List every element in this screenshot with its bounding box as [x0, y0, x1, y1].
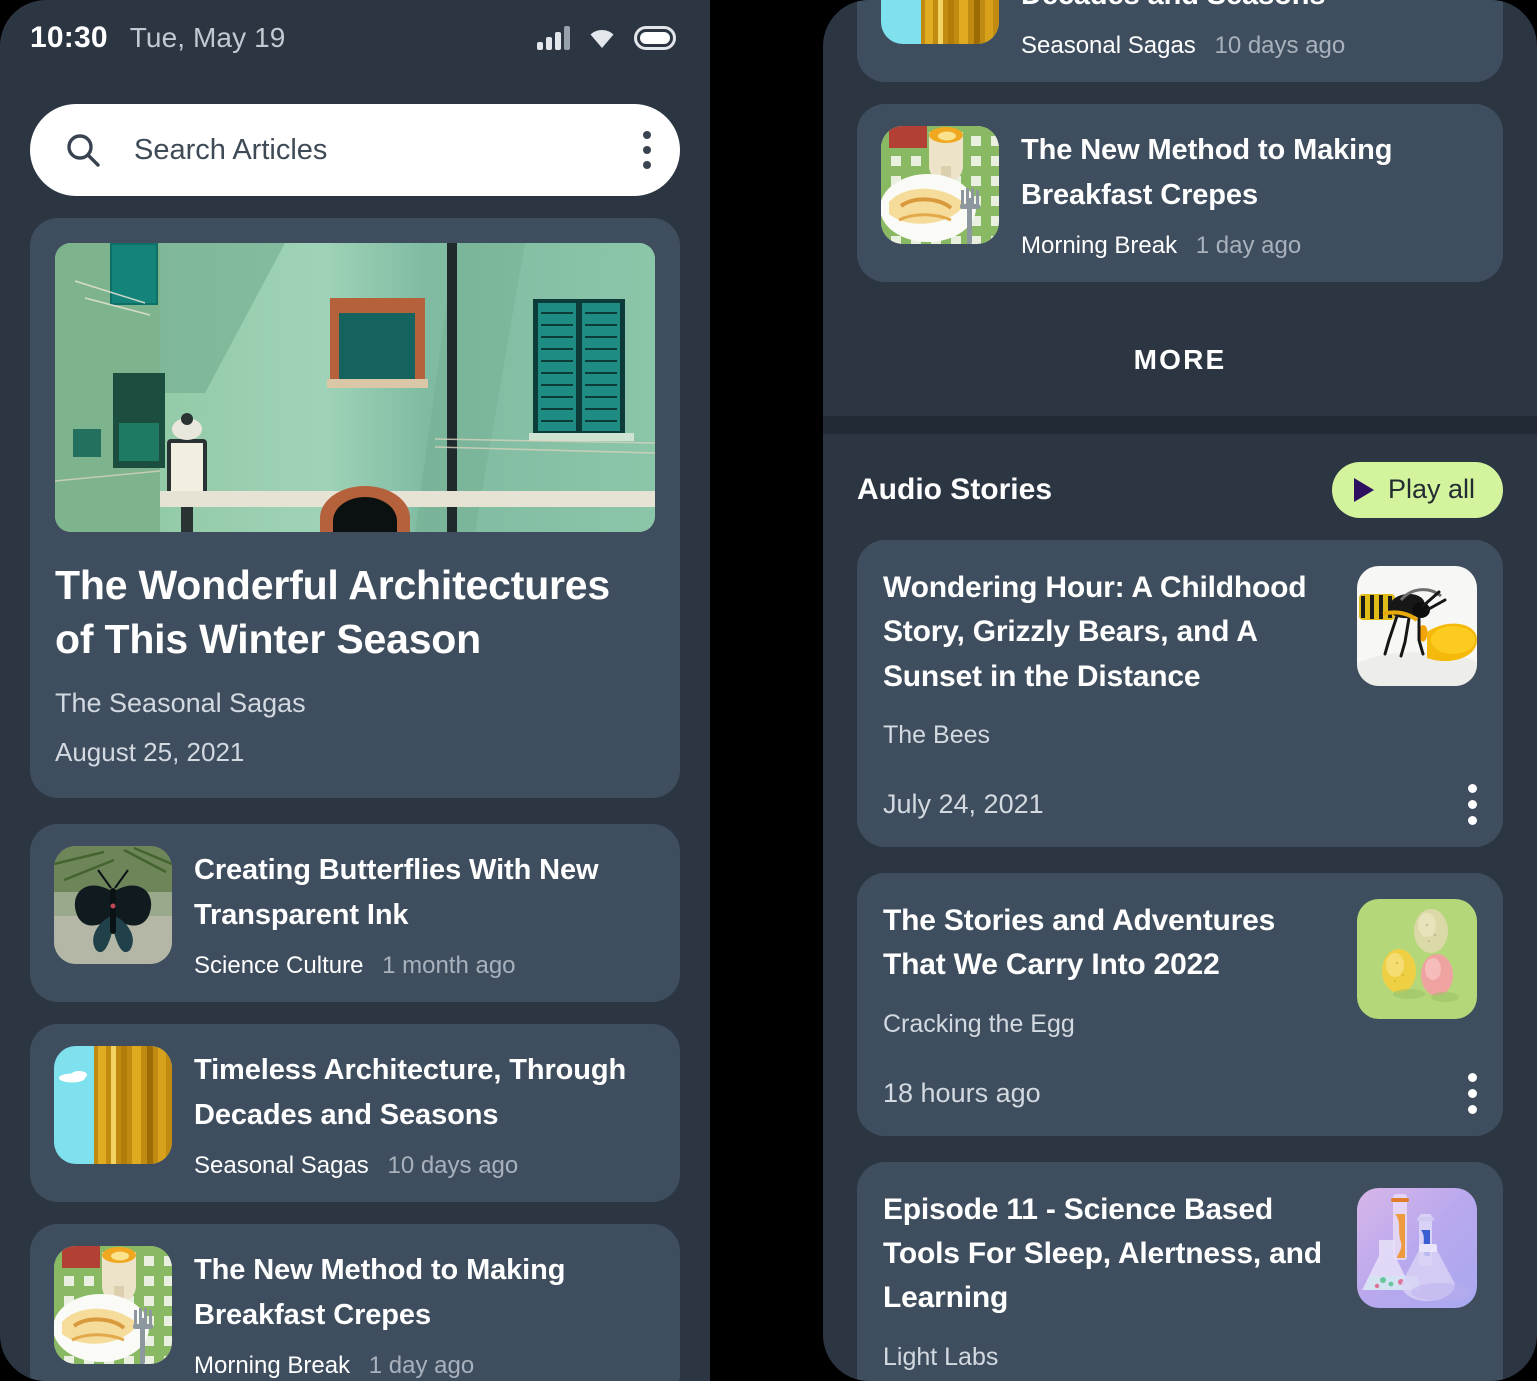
article-text: Timeless Architecture, Through Decades a… — [194, 1046, 656, 1180]
audio-stories-header: Audio Stories Play all — [823, 434, 1537, 532]
article-source: Morning Break — [194, 1351, 351, 1379]
screenshot-stage: 10:30 Tue, May 19 Search Articles The Wo… — [0, 0, 1537, 1381]
audio-card-text: Wondering Hour: A Childhood Story, Grizz… — [883, 566, 1333, 750]
article-text: The New Method to Making Breakfast Crepe… — [194, 1246, 656, 1380]
article-list-item[interactable]: The New Method to Making Breakfast Crepe… — [30, 1223, 680, 1381]
article-text: Timeless Architecture, Through Decades a… — [1021, 0, 1479, 60]
article-meta: Science Culture 1 month ago — [194, 952, 656, 980]
more-button[interactable]: MORE — [857, 304, 1503, 416]
hero-title: The Wonderful Architectures of This Wint… — [55, 562, 611, 663]
audio-card-bottom: 18 hours ago — [883, 1072, 1477, 1114]
article-time: 1 month ago — [382, 952, 516, 980]
battery-icon — [634, 26, 676, 50]
overflow-menu-icon[interactable] — [642, 131, 652, 169]
status-icons — [537, 26, 676, 50]
hero-article-card[interactable]: The Wonderful Architectures of This Wint… — [30, 218, 680, 799]
article-list-item[interactable]: The New Method to Making Breakfast Crepe… — [857, 103, 1503, 282]
play-all-label: Play all — [1387, 474, 1475, 505]
lab-flasks-thumbnail — [1357, 1187, 1477, 1308]
audio-source: The Bees — [883, 720, 991, 749]
right-phone-panel: Timeless Architecture, Through Decades a… — [823, 0, 1537, 1381]
gold-building-thumbnail — [881, 0, 999, 44]
article-title: The New Method to Making Breakfast Crepe… — [194, 1253, 566, 1331]
overflow-menu-icon[interactable] — [1468, 1072, 1477, 1114]
audio-card-text: Episode 11 - Science Based Tools For Sle… — [883, 1188, 1333, 1372]
audio-story-card[interactable]: The Stories and Adventures That We Carry… — [857, 872, 1503, 1136]
hero-image — [55, 243, 655, 532]
audio-stories-title: Audio Stories — [857, 472, 1053, 506]
audio-story-card[interactable]: Episode 11 - Science Based Tools For Sle… — [857, 1161, 1503, 1381]
article-list-item[interactable]: Timeless Architecture, Through Decades a… — [30, 1024, 680, 1202]
status-time: 10:30 — [30, 21, 108, 54]
audio-card-bottom: July 24, 2021 — [883, 783, 1477, 825]
easter-eggs-thumbnail — [1357, 898, 1477, 1019]
article-meta: Morning Break 1 day ago — [194, 1352, 656, 1380]
search-input[interactable] — [134, 133, 632, 167]
article-meta: Morning Break 1 day ago — [1021, 232, 1479, 260]
left-content: The Wonderful Architectures of This Wint… — [0, 196, 710, 1381]
article-meta: Seasonal Sagas 10 days ago — [1021, 32, 1479, 60]
crepes-thumbnail — [881, 125, 999, 244]
audio-card-top: Wondering Hour: A Childhood Story, Grizz… — [883, 565, 1477, 750]
section-divider — [823, 415, 1537, 434]
crepes-thumbnail — [54, 1245, 172, 1364]
article-title: The New Method to Making Breakfast Crepe… — [1021, 133, 1393, 211]
audio-card-text: The Stories and Adventures That We Carry… — [883, 899, 1333, 1039]
overflow-menu-icon[interactable] — [1468, 783, 1477, 825]
wasp-honey-thumbnail — [1357, 565, 1477, 686]
audio-title: Episode 11 - Science Based Tools For Sle… — [883, 1192, 1322, 1315]
article-time: 1 day ago — [1195, 231, 1302, 259]
article-title: Timeless Architecture, Through Decades a… — [1021, 0, 1479, 18]
audio-card-top: Episode 11 - Science Based Tools For Sle… — [883, 1187, 1477, 1372]
hero-source: The Seasonal Sagas — [55, 688, 306, 719]
play-triangle-icon — [1353, 477, 1374, 502]
audio-card-top: The Stories and Adventures That We Carry… — [883, 898, 1477, 1039]
audio-title: Wondering Hour: A Childhood Story, Grizz… — [883, 570, 1307, 693]
article-title: Timeless Architecture, Through Decades a… — [194, 1054, 627, 1132]
audio-stories-list: Wondering Hour: A Childhood Story, Grizz… — [823, 532, 1537, 1381]
article-source: Seasonal Sagas — [194, 1151, 369, 1179]
article-meta: Seasonal Sagas 10 days ago — [194, 1152, 656, 1180]
search-icon — [64, 131, 102, 169]
audio-source: Light Labs — [883, 1342, 999, 1371]
article-time: 10 days ago — [387, 1151, 519, 1179]
audio-date: July 24, 2021 — [883, 788, 1044, 819]
article-title: Creating Butterflies With New Transparen… — [194, 854, 599, 932]
search-bar[interactable] — [30, 104, 680, 196]
status-bar: 10:30 Tue, May 19 — [0, 0, 710, 76]
butterfly-thumbnail — [54, 846, 172, 965]
article-time: 10 days ago — [1214, 31, 1346, 59]
article-source: Seasonal Sagas — [1021, 31, 1196, 59]
cellular-signal-icon — [537, 26, 570, 50]
article-time: 1 day ago — [368, 1351, 475, 1379]
wifi-icon — [587, 26, 617, 50]
audio-source: Cracking the Egg — [883, 1009, 1075, 1038]
audio-story-card[interactable]: Wondering Hour: A Childhood Story, Grizz… — [857, 539, 1503, 847]
audio-title: The Stories and Adventures That We Carry… — [883, 903, 1276, 982]
article-text: The New Method to Making Breakfast Crepe… — [1021, 126, 1479, 260]
left-phone-panel: 10:30 Tue, May 19 Search Articles The Wo… — [0, 0, 710, 1381]
article-source: Science Culture — [194, 952, 364, 980]
hero-date: August 25, 2021 — [55, 737, 245, 768]
article-list-item[interactable]: Creating Butterflies With New Transparen… — [30, 824, 680, 1003]
article-list-item[interactable]: Timeless Architecture, Through Decades a… — [857, 0, 1503, 82]
audio-date: 18 hours ago — [883, 1077, 1041, 1108]
article-source: Morning Break — [1021, 231, 1178, 259]
top-articles-section: Timeless Architecture, Through Decades a… — [823, 0, 1537, 416]
gold-building-thumbnail — [54, 1046, 172, 1165]
article-text: Creating Butterflies With New Transparen… — [194, 846, 656, 980]
status-date: Tue, May 19 — [129, 22, 286, 53]
play-all-button[interactable]: Play all — [1331, 461, 1503, 518]
